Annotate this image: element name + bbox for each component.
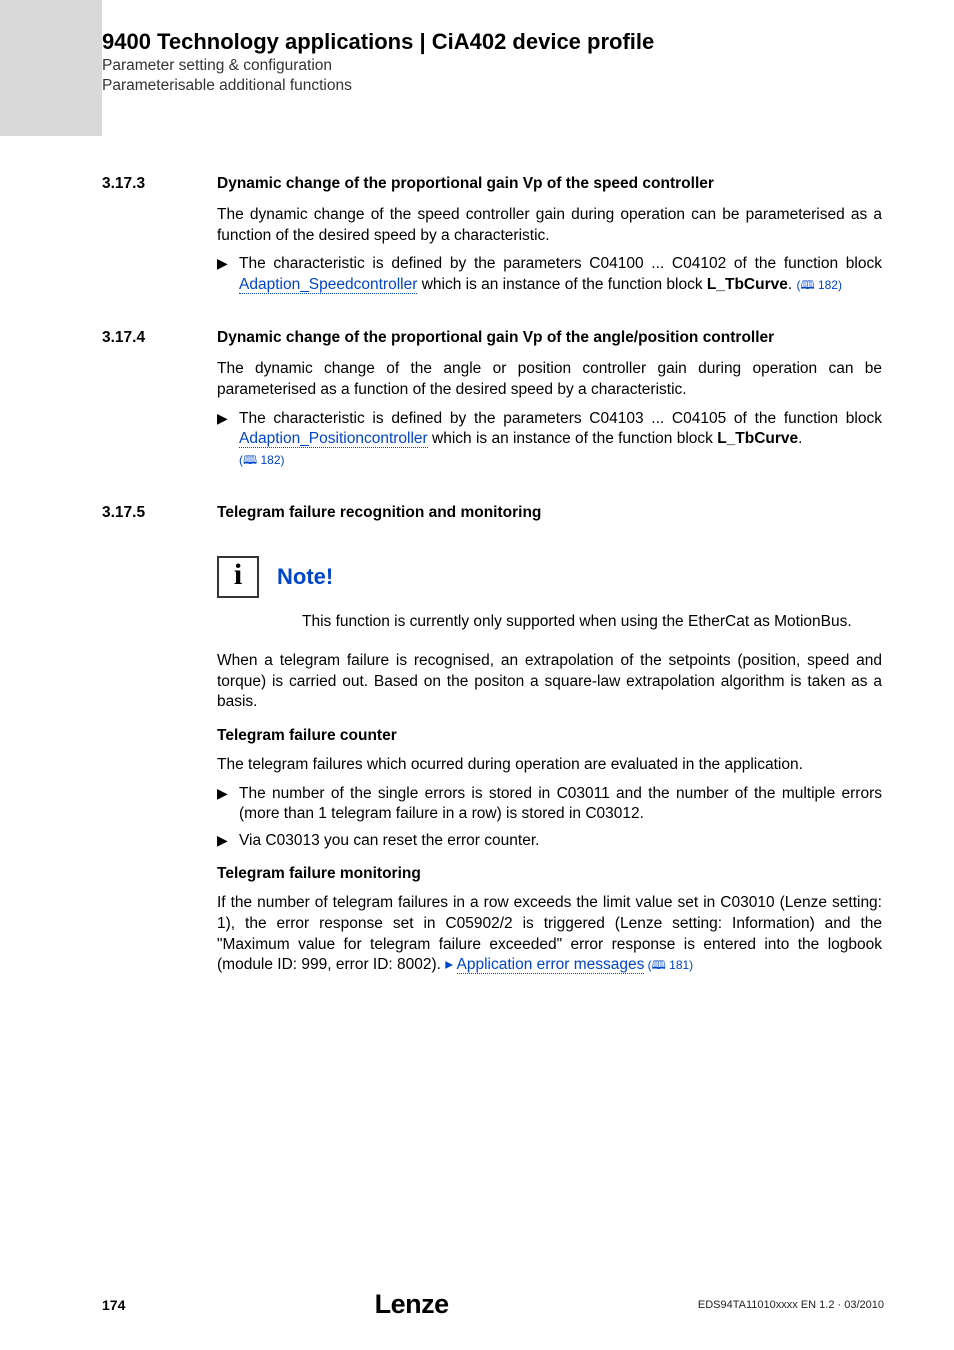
bullet-item: ▶ The characteristic is defined by the p…: [217, 409, 882, 471]
info-icon: i: [217, 556, 259, 598]
subheading-telegram-failure-monitoring: Telegram failure monitoring: [217, 865, 882, 883]
section-number: 3.17.4: [102, 329, 217, 347]
section-body: The dynamic change of the speed controll…: [217, 205, 882, 295]
section-title: Dynamic change of the proportional gain …: [217, 329, 774, 347]
link-adaption-speedcontroller[interactable]: Adaption_Speedcontroller: [239, 276, 417, 294]
text-bold: L_TbCurve: [717, 430, 798, 447]
paragraph: When a telegram failure is recognised, a…: [217, 651, 882, 713]
section-body: The dynamic change of the angle or posit…: [217, 359, 882, 470]
text: .: [798, 430, 802, 447]
page-ref[interactable]: (🕮 182): [239, 453, 285, 467]
section-number: 3.17.3: [102, 175, 217, 193]
section-title: Telegram failure recognition and monitor…: [217, 504, 541, 522]
paragraph: The telegram failures which ocurred duri…: [217, 755, 882, 776]
text: The characteristic is defined by the par…: [239, 255, 882, 272]
left-gray-bar: [0, 0, 102, 136]
page-header: 9400 Technology applications | CiA402 de…: [102, 29, 884, 95]
paragraph: The dynamic change of the angle or posit…: [217, 359, 882, 400]
note-label: Note!: [277, 564, 333, 590]
doc-code: EDS94TA11010xxxx EN 1.2 · 03/2010: [698, 1299, 884, 1311]
link-application-error-messages[interactable]: Application error messages: [457, 956, 645, 974]
note-callout: i Note!: [217, 556, 882, 598]
page-ref[interactable]: (🕮 182): [796, 278, 842, 292]
section-heading-3-17-4: 3.17.4 Dynamic change of the proportiona…: [102, 329, 882, 347]
subheading-telegram-failure-counter: Telegram failure counter: [217, 727, 882, 745]
bullet-marker: ▶: [217, 409, 239, 428]
lenze-logo: Lenze: [375, 1289, 449, 1320]
doc-subtitle-2: Parameterisable additional functions: [102, 77, 884, 95]
bullet-text: The number of the single errors is store…: [239, 784, 882, 825]
page-footer: 174 Lenze EDS94TA11010xxxx EN 1.2 · 03/2…: [102, 1289, 884, 1320]
subsection-body: If the number of telegram failures in a …: [217, 893, 882, 975]
bullet-text: Via C03013 you can reset the error count…: [239, 831, 882, 852]
note-text: This function is currently only supporte…: [302, 612, 882, 633]
page-ref[interactable]: (🕮 181): [644, 958, 693, 972]
doc-subtitle-1: Parameter setting & configuration: [102, 57, 884, 75]
bullet-marker: ▶: [217, 784, 239, 803]
bullet-item: ▶ The number of the single errors is sto…: [217, 784, 882, 825]
text: The characteristic is defined by the par…: [239, 410, 882, 427]
paragraph: If the number of telegram failures in a …: [217, 893, 882, 975]
section-body: When a telegram failure is recognised, a…: [217, 651, 882, 713]
bullet-marker: ▶: [217, 831, 239, 850]
section-title: Dynamic change of the proportional gain …: [217, 175, 714, 193]
bullet-marker: ▶: [217, 254, 239, 273]
bullet-item: ▶ The characteristic is defined by the p…: [217, 254, 882, 295]
link-adaption-positioncontroller[interactable]: Adaption_Positioncontroller: [239, 430, 428, 448]
subsection-body: The telegram failures which ocurred duri…: [217, 755, 882, 851]
bullet-text: The characteristic is defined by the par…: [239, 409, 882, 471]
doc-title: 9400 Technology applications | CiA402 de…: [102, 29, 884, 55]
bullet-item: ▶ Via C03013 you can reset the error cou…: [217, 831, 882, 852]
arrow-icon: ▸: [445, 956, 453, 973]
page-number: 174: [102, 1297, 125, 1313]
text-bold: L_TbCurve: [707, 276, 788, 293]
paragraph: The dynamic change of the speed controll…: [217, 205, 882, 246]
section-heading-3-17-5: 3.17.5 Telegram failure recognition and …: [102, 504, 882, 522]
bullet-text: The characteristic is defined by the par…: [239, 254, 882, 295]
text: which is an instance of the function blo…: [417, 276, 707, 293]
section-number: 3.17.5: [102, 504, 217, 522]
section-heading-3-17-3: 3.17.3 Dynamic change of the proportiona…: [102, 175, 882, 193]
text: which is an instance of the function blo…: [428, 430, 718, 447]
main-content: 3.17.3 Dynamic change of the proportiona…: [102, 175, 882, 984]
